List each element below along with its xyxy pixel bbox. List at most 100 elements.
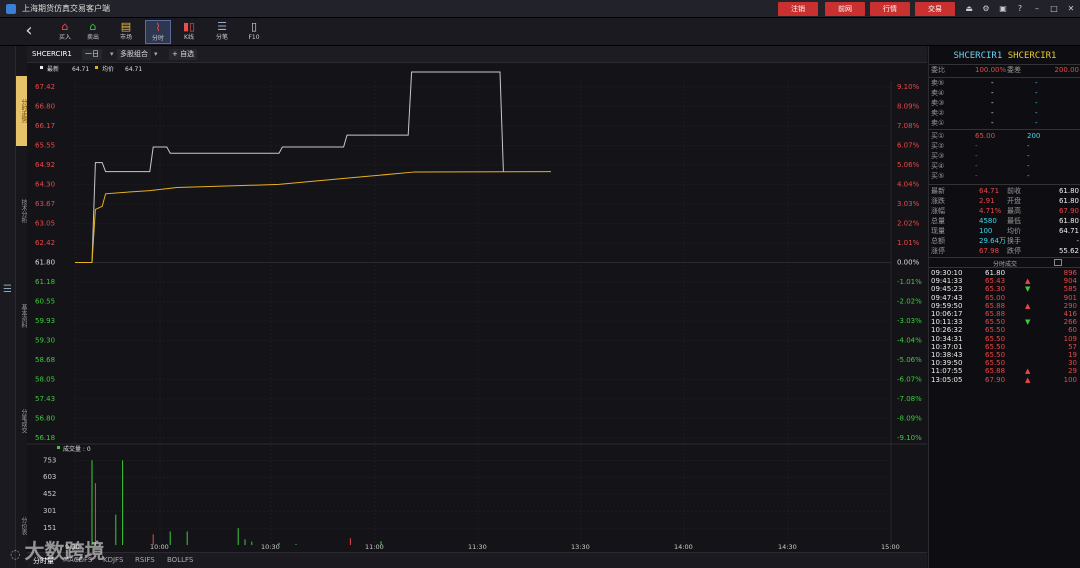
tab-ticks[interactable]: 分笔成交 <box>16 396 27 446</box>
price-tick: 65.55 <box>35 142 55 150</box>
pct-tick: 8.09% <box>897 103 920 111</box>
bid-price: - <box>975 142 978 150</box>
mode-select[interactable]: 多股组合 <box>117 49 151 60</box>
ratio-label: 委比 <box>931 66 945 74</box>
stat-row: 最新 64.71 前收 61.80 <box>931 187 1079 196</box>
price-tick: 58.05 <box>35 376 55 384</box>
trade-button[interactable]: 交易 <box>915 2 955 16</box>
kline-label: K线 <box>184 34 194 41</box>
sell-button[interactable]: ⌂ 卖出 <box>80 20 106 44</box>
price-tick: 61.18 <box>35 278 55 286</box>
tab-basic-info[interactable]: 基本资料 <box>16 291 27 341</box>
stat-value: 64.71 <box>979 187 1000 195</box>
maximize-icon[interactable]: □ <box>1049 3 1059 15</box>
stat-label: 现量 <box>931 227 945 235</box>
side-tabs: 分时走势 技术分析 基本资料 分笔成交 分价表 <box>16 46 27 568</box>
market-button[interactable]: ▤ 市场 <box>113 20 139 44</box>
ask-row: 卖① - - <box>931 119 1079 128</box>
stat-row: 现量 100 均价 64.71 <box>931 227 1079 236</box>
trade-price: 67.90 <box>985 375 1006 384</box>
chart-header: SHCERCIR1 一日 ▾ 多股组合 ▾ + 自选 <box>27 46 927 63</box>
trades-expand-icon[interactable] <box>1054 259 1062 266</box>
ask-volume: - <box>1035 99 1038 107</box>
symbol-tab[interactable]: SHCERCIR1 <box>29 49 75 60</box>
price-tick: 63.05 <box>35 220 55 228</box>
help-icon[interactable]: ? <box>1015 3 1025 15</box>
tab-technical[interactable]: 技术分析 <box>16 186 27 236</box>
bid-label: 买⑤ <box>931 172 945 180</box>
ask-price: - <box>991 79 994 87</box>
stat-row: 涨停 67.98 跌停 55.62 <box>931 247 1079 256</box>
ask-label: 卖⑤ <box>931 79 945 87</box>
ask-volume: - <box>1035 109 1038 117</box>
watermark-logo-icon: ◌ <box>10 547 21 561</box>
trade-volume: 100 <box>1063 375 1077 384</box>
trade-row: 13:05:05 67.90 ▲ 100 <box>931 376 1079 385</box>
pct-tick: -2.02% <box>897 298 922 306</box>
stat-label-2: 最高 <box>1007 207 1021 215</box>
kline-button[interactable]: ▮▯ K线 <box>176 20 202 44</box>
stat-label: 涨跌 <box>931 197 945 205</box>
diff-value: 200.00 <box>1054 66 1080 74</box>
gear-icon[interactable]: ⚙ <box>981 3 991 15</box>
stat-label: 涨停 <box>931 247 945 255</box>
ask-volume: - <box>1035 89 1038 97</box>
legend-avg-label: 均价 <box>102 65 114 73</box>
network-button[interactable]: 前网 <box>825 2 865 16</box>
pct-tick: -7.08% <box>897 395 922 403</box>
volume-tick: 452 <box>43 490 56 498</box>
quotes-button[interactable]: 行情 <box>870 2 910 16</box>
bid-volume: - <box>1027 162 1030 170</box>
price-tick: 59.93 <box>35 317 55 325</box>
stat-row: 总量 4580 最低 61.80 <box>931 217 1079 226</box>
stat-value: 4580 <box>979 217 997 225</box>
stat-label-2: 开盘 <box>1007 197 1021 205</box>
bid-row: 买③ - - <box>931 152 1079 161</box>
buy-label: 买入 <box>58 34 71 41</box>
ask-row: 卖② - - <box>931 109 1079 118</box>
bid-label: 买② <box>931 142 945 150</box>
logout-button[interactable]: 注销 <box>778 2 818 16</box>
minimize-icon[interactable]: – <box>1032 3 1042 15</box>
ask-price: - <box>991 119 994 127</box>
pct-tick: 2.02% <box>897 220 920 228</box>
f10-button[interactable]: ▯ F10 <box>241 20 267 44</box>
price-tick: 62.42 <box>35 239 55 247</box>
volume-legend: 成交量 : 0 <box>57 445 91 453</box>
time-tick: 14:30 <box>778 543 797 551</box>
stat-value-2: 55.62 <box>1058 247 1079 255</box>
tab-rsi[interactable]: RSIFS <box>135 556 155 564</box>
menu-icon[interactable]: ☰ <box>3 284 12 295</box>
stat-value-2: 61.80 <box>1058 197 1079 205</box>
stat-value-2: 61.80 <box>1058 187 1079 195</box>
pct-tick: -9.10% <box>897 434 922 442</box>
stat-value-2: 64.71 <box>1058 227 1079 235</box>
bid-row: 买② - - <box>931 142 1079 151</box>
ask-label: 卖③ <box>931 99 945 107</box>
period-dropdown-icon[interactable]: ▾ <box>107 49 117 60</box>
timeshare-button[interactable]: ⌇ 分时 <box>145 20 171 44</box>
tab-boll[interactable]: BOLLFS <box>167 556 193 564</box>
pct-tick: -5.06% <box>897 356 922 364</box>
f10-label: F10 <box>248 34 260 41</box>
tick-button[interactable]: ☰ 分笔 <box>209 20 235 44</box>
lock-icon[interactable]: ▣ <box>998 3 1008 15</box>
pct-tick: -4.04% <box>897 337 922 345</box>
buy-icon: ⌂ <box>61 20 69 33</box>
close-icon[interactable]: ✕ <box>1066 3 1076 15</box>
stat-value: 29.64万 <box>979 237 1007 245</box>
add-watchlist-button[interactable]: + 自选 <box>169 49 198 60</box>
bid-price: - <box>975 152 978 160</box>
period-select[interactable]: 一日 <box>82 49 102 60</box>
tab-timeshare-trend[interactable]: 分时走势 <box>16 76 27 146</box>
bid-volume: - <box>1027 172 1030 180</box>
mode-dropdown-icon[interactable]: ▾ <box>151 49 161 60</box>
stat-label-2: 前收 <box>1007 187 1021 195</box>
back-button[interactable]: ‹ <box>16 20 42 44</box>
bid-volume: - <box>1027 152 1030 160</box>
tab-kdj[interactable]: KDJFS <box>103 556 123 564</box>
eject-icon[interactable]: ⏏ <box>964 3 974 15</box>
stat-value: 4.71% <box>979 207 1002 215</box>
stat-value-2: 61.80 <box>1058 217 1079 225</box>
buy-button[interactable]: ⌂ 买入 <box>52 20 78 44</box>
